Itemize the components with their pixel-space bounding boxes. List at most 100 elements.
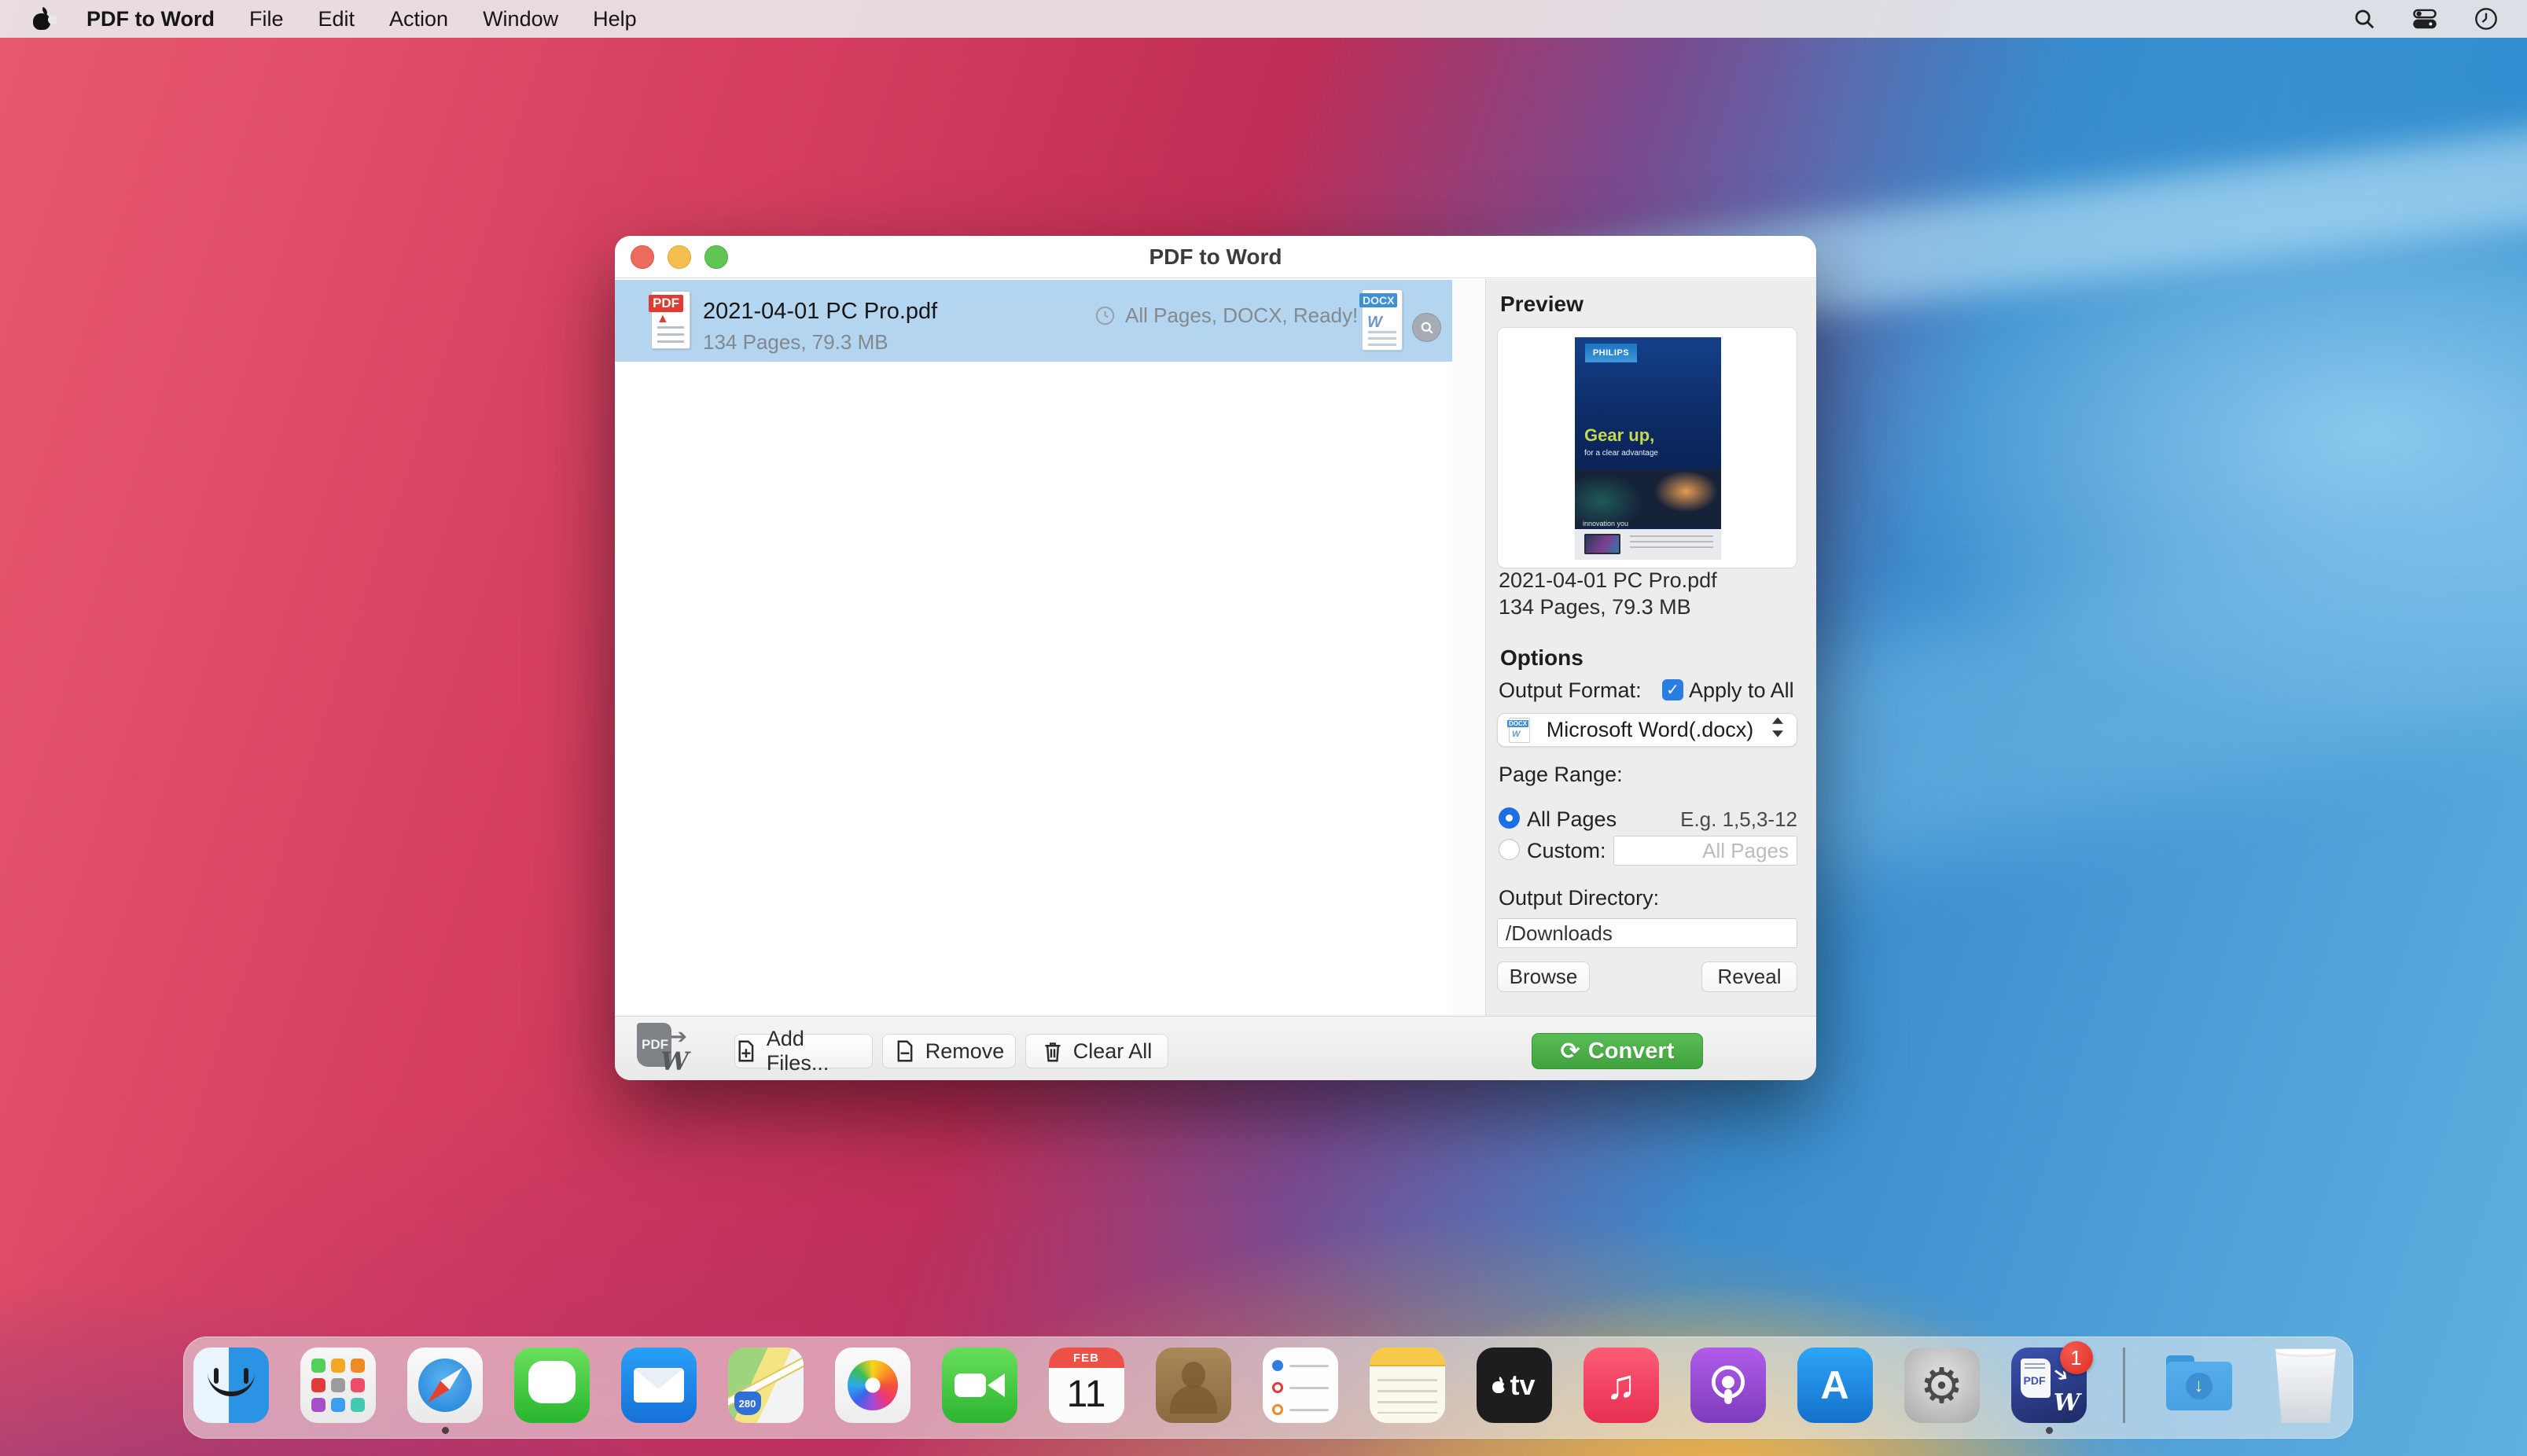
reminder-line <box>1289 1409 1329 1411</box>
preview-file-name: 2021-04-01 PC Pro.pdf <box>1499 568 1717 593</box>
row-magnifier-button[interactable] <box>1412 313 1441 342</box>
dock-mail-icon[interactable] <box>621 1348 697 1423</box>
app-tile <box>311 1398 326 1412</box>
dock-facetime-icon[interactable] <box>942 1348 1017 1423</box>
dock-trash-icon[interactable] <box>2268 1348 2344 1423</box>
custom-range-input[interactable] <box>1613 836 1797 866</box>
search-icon[interactable] <box>2352 7 2376 31</box>
menu-item-action[interactable]: Action <box>389 7 448 31</box>
reminder-line <box>1289 1387 1329 1389</box>
app-tile <box>311 1359 326 1373</box>
dock-separator <box>2123 1348 2125 1423</box>
custom-radio[interactable] <box>1499 839 1520 860</box>
side-panel: Preview PHILIPS Gear up, for a clear adv… <box>1486 279 1816 1016</box>
trash-icon <box>1042 1039 1064 1063</box>
minimize-button[interactable] <box>668 245 691 269</box>
envelope-icon <box>634 1368 684 1403</box>
menu-item-file[interactable]: File <box>249 7 284 31</box>
camera-body <box>955 1373 986 1397</box>
reveal-button[interactable]: Reveal <box>1701 961 1797 992</box>
add-files-label: Add Files... <box>767 1027 872 1075</box>
menu-item-edit[interactable]: Edit <box>318 7 355 31</box>
dock-maps-icon[interactable]: 280 <box>728 1348 804 1423</box>
file-meta: 134 Pages, 79.3 MB <box>703 330 888 355</box>
dock-pdf-to-word-icon[interactable]: PDF ➔ W 1 <box>2011 1348 2087 1423</box>
dock-messages-icon[interactable] <box>514 1348 590 1423</box>
pdf-doc-shape: PDF <box>2021 1359 2051 1398</box>
download-arrow-icon: ↓ <box>2186 1373 2213 1399</box>
convert-button[interactable]: ⟳ Convert <box>1532 1033 1703 1069</box>
pdf-file-icon-label: PDF <box>649 295 683 312</box>
dock-tv-icon[interactable]: tv <box>1477 1348 1552 1423</box>
dock-photos-icon[interactable] <box>835 1348 910 1423</box>
pdf-file-icon: PDF ▲ <box>651 291 690 349</box>
dock-contacts-icon[interactable] <box>1156 1348 1231 1423</box>
dock-finder-icon[interactable] <box>193 1348 269 1423</box>
app-tile <box>331 1378 345 1392</box>
clear-all-button[interactable]: Clear All <box>1025 1034 1168 1068</box>
notes-lines <box>1378 1379 1437 1414</box>
reveal-button-label: Reveal <box>1718 965 1782 989</box>
cover-bottom-band <box>1575 529 1721 560</box>
app-tile <box>351 1378 365 1392</box>
menu-item-window[interactable]: Window <box>483 7 558 31</box>
apple-menu-icon[interactable] <box>33 8 52 30</box>
output-directory-label: Output Directory: <box>1499 886 1659 910</box>
browse-button-label: Browse <box>1510 965 1578 989</box>
menu-item-help[interactable]: Help <box>593 7 637 31</box>
desktop: PDF to Word File Edit Action Window Help <box>0 0 2527 1456</box>
gear-icon: ⚙ <box>1920 1357 1964 1414</box>
window-titlebar[interactable]: PDF to Word <box>615 236 1816 278</box>
output-format-dropdown[interactable]: DOCX W Microsoft Word(.docx) <box>1497 713 1797 747</box>
window-main: PDF ▲ 2021-04-01 PC Pro.pdf 134 Pages, 7… <box>615 279 1816 1016</box>
dock-notes-icon[interactable] <box>1370 1348 1445 1423</box>
cover-monitor-image <box>1584 534 1620 554</box>
dock-podcasts-icon[interactable] <box>1690 1348 1766 1423</box>
all-pages-label: All Pages <box>1527 807 1617 832</box>
options-heading: Options <box>1500 645 1584 671</box>
docx-icon-text-lines <box>1368 331 1396 347</box>
all-pages-radio[interactable] <box>1499 807 1520 829</box>
maps-highway-shield: 280 <box>734 1392 761 1415</box>
dock-safari-icon[interactable] <box>407 1348 483 1423</box>
close-button[interactable] <box>631 245 654 269</box>
notification-badge: 1 <box>2060 1341 2093 1374</box>
output-directory-input[interactable] <box>1497 918 1797 948</box>
pdf-cover-thumbnail: PHILIPS Gear up, for a clear advantage i… <box>1575 337 1721 560</box>
pdf-to-word-window: PDF to Word PDF ▲ 2021-04-01 PC Pro.pdf … <box>615 236 1816 1080</box>
cover-photo <box>1575 469 1721 528</box>
zoom-button[interactable] <box>704 245 728 269</box>
dock-app-store-icon[interactable]: A <box>1797 1348 1873 1423</box>
cover-headline: Gear up, <box>1584 425 1654 446</box>
page-range-example-hint: E.g. 1,5,3-12 <box>1680 807 1797 832</box>
cover-brand: PHILIPS <box>1585 344 1637 362</box>
reminder-dot <box>1272 1382 1283 1393</box>
reminder-dot <box>1272 1360 1283 1371</box>
dock-launchpad-icon[interactable] <box>300 1348 376 1423</box>
browse-button[interactable]: Browse <box>1497 961 1590 992</box>
dock-calendar-icon[interactable]: FEB 11 <box>1049 1348 1124 1423</box>
app-store-a: A <box>1820 1362 1848 1408</box>
file-list: PDF ▲ 2021-04-01 PC Pro.pdf 134 Pages, 7… <box>615 279 1452 1016</box>
menu-app-name[interactable]: PDF to Word <box>86 7 215 31</box>
dock-music-icon[interactable]: ♫ <box>1584 1348 1659 1423</box>
output-format-label: Output Format: <box>1499 678 1642 703</box>
menu-bar-status-icons <box>2352 6 2527 31</box>
pdf-icon-text-lines <box>657 326 684 345</box>
pdf-doc-label: PDF <box>2024 1374 2046 1387</box>
control-center-icon[interactable] <box>2412 7 2437 31</box>
dock-reminders-icon[interactable] <box>1263 1348 1338 1423</box>
dock-downloads-folder-icon[interactable]: ↓ <box>2161 1348 2237 1423</box>
docx-icon-w: W <box>1367 314 1382 332</box>
contact-silhouette-head <box>1182 1362 1205 1388</box>
app-tile <box>351 1359 365 1373</box>
clock-icon[interactable] <box>2474 6 2499 31</box>
magnifier-icon <box>1419 320 1435 336</box>
dock-system-preferences-icon[interactable]: ⚙ <box>1904 1348 1980 1423</box>
add-files-button[interactable]: Add Files... <box>734 1034 873 1068</box>
remove-button[interactable]: Remove <box>882 1034 1016 1068</box>
app-tile <box>331 1398 345 1412</box>
file-row[interactable]: PDF ▲ 2021-04-01 PC Pro.pdf 134 Pages, 7… <box>615 280 1452 362</box>
apply-to-all-checkbox[interactable]: ✓ <box>1662 679 1683 700</box>
scrollbar-track[interactable] <box>1452 279 1486 1016</box>
